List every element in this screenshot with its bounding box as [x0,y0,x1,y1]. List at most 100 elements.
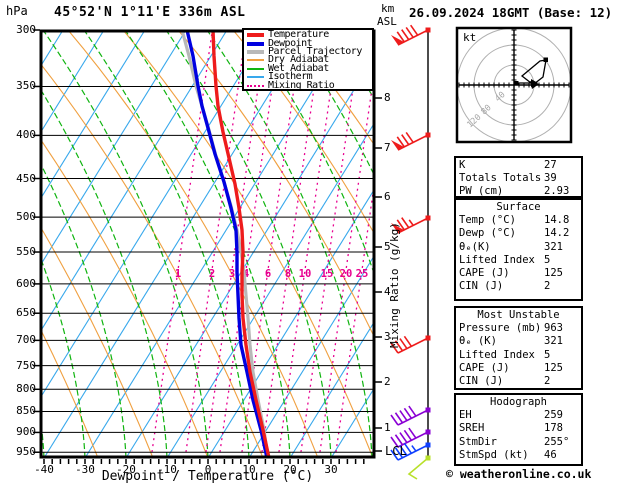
hodograph-inner: 4080120 [457,28,571,142]
legend-swatch-thick [247,41,264,46]
wind-barb-feather [403,429,413,441]
hodograph-start-marker [514,81,519,86]
hodograph-unit-label: kt [463,31,477,44]
row-value: 5 [544,348,551,361]
wind-barb-feather [408,427,417,439]
mixing-ratio-value-label: 25 [356,268,369,280]
wind-barb [391,24,431,46]
row-label: θₑ(K) [459,240,491,253]
table-row: StmSpd (kt) 46 [459,449,578,462]
row-label: StmSpd (kt) [459,448,529,461]
pressure-tick-label: 450 [16,171,36,185]
pressure-tick-label: 800 [16,382,36,396]
most-unstable-table: Most Unstable Pressure (mb) 963 θₑ (K) 321 Li… [454,306,583,390]
legend-item: Mixing Ratio [247,79,370,91]
km-tick-label: 1 [384,421,391,434]
row-label: SREH [459,422,485,435]
temperature-trace [211,30,271,458]
table-row: Temp (°C) 14.8 [459,214,578,227]
table-row: StmDir 255° [459,436,578,449]
table-row: Dewp (°C) 14.2 [459,227,578,240]
pressure-tick-label: 850 [16,404,36,418]
wind-barb-feather [405,26,414,38]
row-label: K [459,159,466,171]
table-row: EH 259 [459,409,578,422]
row-value: 321 [544,240,563,253]
row-label: Lifted Index [459,253,535,266]
row-label: PW (cm) [459,185,504,198]
pressure-tick-label: 700 [16,333,36,347]
table-row: Lifted Index 5 [459,254,578,267]
row-value: 259 [544,409,563,422]
legend-swatch-thin [247,67,264,70]
row-value: 27 [544,159,557,171]
pressure-tick-label: 400 [16,128,36,142]
pressure-tick-label: 750 [16,358,36,372]
row-label: StmDir [459,435,497,448]
row-value: 2.93 [544,185,570,198]
table-row: θₑ(K) 321 [459,241,578,254]
pressure-tick-label: 600 [16,276,36,290]
wind-barb-feather [410,24,419,36]
km-tick-label: 3 [384,330,391,343]
most-unstable-table-title: Most Unstable [477,309,560,321]
wind-barb-half-feather [411,445,417,452]
legend-swatch-thin [247,76,264,79]
pressure-tick-label: 900 [16,425,36,439]
altitude-unit-km-label: km [381,2,395,15]
hodograph-point-marker [543,57,548,62]
legend: Temperature Dewpoint Parcel Trajectory Dry … [242,28,374,91]
mixing-ratio-axis-label: Mixing Ratio (g/kg) [388,222,401,348]
station-title: 45°52'N 1°11'E 336m ASL [54,5,246,20]
km-tick-label: 7 [384,141,391,154]
skewt-sounding-app: 1 2 3 4 6 8 10 15 20 25 40 80 120 hPa 45°52'N 1°11'E… [0,0,629,486]
hodograph-panel: 4080120 [455,26,573,144]
temp-tick-label: -30 [75,463,95,476]
table-row: CIN (J) 2 [459,280,578,293]
wind-barb-half-feather [408,219,414,226]
wind-barb-feather [401,217,410,229]
hodograph-table: Hodograph EH 259 SREH 178 StmDir 255° StmSpd (k… [454,393,583,466]
mixing-ratio-value-label: 15 [321,268,334,280]
temp-tick-label: 10 [242,463,256,476]
wind-barb-feather [408,405,417,417]
surface-table-title: Surface [496,201,541,213]
table-row: θₑ (K) 321 [459,335,578,348]
legend-swatch-dotted [247,84,264,87]
legend-item-label: Mixing Ratio [268,79,335,91]
legend-swatch-thin [247,59,264,62]
wind-barb-feather [403,407,413,419]
copyright-label: © weatheronline.co.uk [446,467,592,481]
table-row: Totals Totals 39 [459,172,578,185]
altitude-unit-asl-label: ASL [377,15,397,28]
row-value: 39 [544,172,557,185]
hodograph-table-title: Hodograph [490,396,547,408]
table-row: CAPE (J) 125 [459,267,578,280]
legend-swatch-thick [247,49,264,54]
row-label: Totals Totals [459,172,542,185]
table-row: CIN (J) 2 [459,375,578,388]
wind-barb-feather [399,432,408,443]
pressure-tick-label: 950 [16,445,36,459]
row-label: Lifted Index [459,348,535,361]
mixing-ratio-value-label: 1 [175,268,181,280]
wind-barb-feather [401,29,410,41]
row-value: 255° [544,435,570,448]
km-tick-label: 4 [384,285,391,298]
pressure-tick-label: 300 [16,23,36,36]
row-label: Dewp (°C) [459,227,516,240]
row-value: 5 [544,253,551,266]
hodograph-ring-label: 80 [479,103,493,117]
datetime-title: 26.09.2024 18GMT (Base: 12) [409,5,613,20]
mixing-ratio-value-label: 2 [209,268,215,280]
temp-tick-label: 20 [283,463,297,476]
wind-barb-feather [399,410,408,421]
row-label: EH [459,409,472,422]
km-tick-label: 5 [384,240,391,253]
temp-tick-label: -10 [157,463,177,476]
temp-tick-label: 30 [324,463,338,476]
temp-tick-label: 0 [204,463,212,476]
wind-barb [407,455,431,480]
isotherm [43,30,310,458]
wind-barb-feather [403,335,413,347]
